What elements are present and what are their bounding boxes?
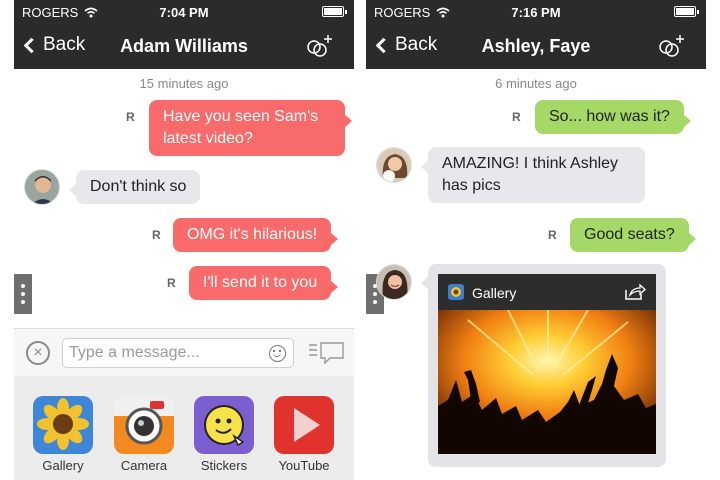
read-receipt-icon: R bbox=[152, 228, 161, 242]
read-receipt-icon: R bbox=[512, 110, 521, 124]
add-participant-icon[interactable] bbox=[656, 33, 686, 59]
chevron-left-icon bbox=[23, 37, 40, 53]
camera-icon bbox=[114, 396, 174, 454]
status-bar: ROGERS 7:16 PM bbox=[366, 0, 706, 24]
avatar-adam bbox=[24, 169, 60, 205]
gallery-icon bbox=[448, 284, 464, 300]
share-icon[interactable] bbox=[624, 283, 646, 301]
speech-bubble-icon[interactable] bbox=[308, 340, 346, 366]
status-time: 7:16 PM bbox=[511, 5, 561, 20]
app-youtube[interactable]: YouTube bbox=[273, 396, 335, 473]
navigation-bar: Back Adam Williams bbox=[14, 24, 354, 69]
app-label: YouTube bbox=[278, 458, 330, 473]
read-receipt-icon: R bbox=[167, 276, 176, 290]
app-label: Stickers bbox=[200, 458, 248, 473]
drawer-handle[interactable] bbox=[14, 274, 32, 314]
app-gallery[interactable]: Gallery bbox=[32, 396, 94, 473]
read-receipt-icon: R bbox=[126, 110, 135, 124]
shared-gallery-card[interactable]: Gallery bbox=[421, 264, 666, 467]
gallery-card-title: Gallery bbox=[472, 285, 517, 301]
app-tray: Gallery Camera Stickers YouTube bbox=[14, 376, 354, 480]
app-label: Camera bbox=[120, 458, 168, 473]
message-input[interactable] bbox=[62, 338, 294, 368]
sunflower-icon bbox=[33, 396, 93, 454]
read-receipt-icon: R bbox=[548, 228, 557, 242]
message-bubble-incoming[interactable]: AMAZING! I think Ashley has pics bbox=[421, 147, 645, 203]
concert-photo[interactable] bbox=[438, 310, 656, 454]
avatar-faye bbox=[376, 264, 412, 300]
status-time: 7:04 PM bbox=[159, 5, 209, 20]
navigation-bar: Back Ashley, Faye bbox=[366, 24, 706, 69]
message-bubble-outgoing[interactable]: So... how was it? bbox=[535, 100, 691, 134]
app-camera[interactable]: Camera bbox=[113, 396, 175, 473]
compose-bar: × bbox=[14, 328, 354, 376]
message-bubble-outgoing[interactable]: Good seats? bbox=[570, 218, 696, 252]
message-bubble-outgoing[interactable]: I'll send it to you bbox=[189, 266, 339, 300]
chat-screen-adam-williams: ROGERS 7:04 PM Back Adam Williams 15 min… bbox=[14, 0, 354, 480]
status-bar: ROGERS 7:04 PM bbox=[14, 0, 354, 24]
play-icon bbox=[274, 396, 334, 454]
sticker-face-icon bbox=[194, 396, 254, 454]
conversation-title: Adam Williams bbox=[120, 36, 248, 56]
message-bubble-outgoing[interactable]: OMG it's hilarious! bbox=[173, 218, 339, 252]
add-participant-icon[interactable] bbox=[304, 33, 334, 59]
gallery-card-header: Gallery bbox=[438, 274, 656, 310]
app-stickers[interactable]: Stickers bbox=[193, 396, 255, 473]
conversation-title: Ashley, Faye bbox=[481, 36, 591, 56]
avatar-ashley bbox=[376, 147, 412, 183]
message-timestamp: 6 minutes ago bbox=[495, 76, 577, 91]
chat-screen-ashley-faye: ROGERS 7:16 PM Back Ashley, Faye 6 minut… bbox=[366, 0, 706, 480]
message-bubble-outgoing[interactable]: Have you seen Sam's latest video? bbox=[149, 100, 352, 156]
close-icon[interactable]: × bbox=[26, 341, 50, 365]
app-label: Gallery bbox=[42, 458, 84, 473]
chevron-left-icon bbox=[375, 37, 392, 53]
message-timestamp: 15 minutes ago bbox=[139, 76, 229, 91]
emoji-icon[interactable] bbox=[269, 345, 286, 362]
battery-icon bbox=[674, 6, 699, 17]
message-bubble-incoming[interactable]: Don't think so bbox=[68, 170, 201, 204]
battery-icon bbox=[322, 6, 347, 17]
